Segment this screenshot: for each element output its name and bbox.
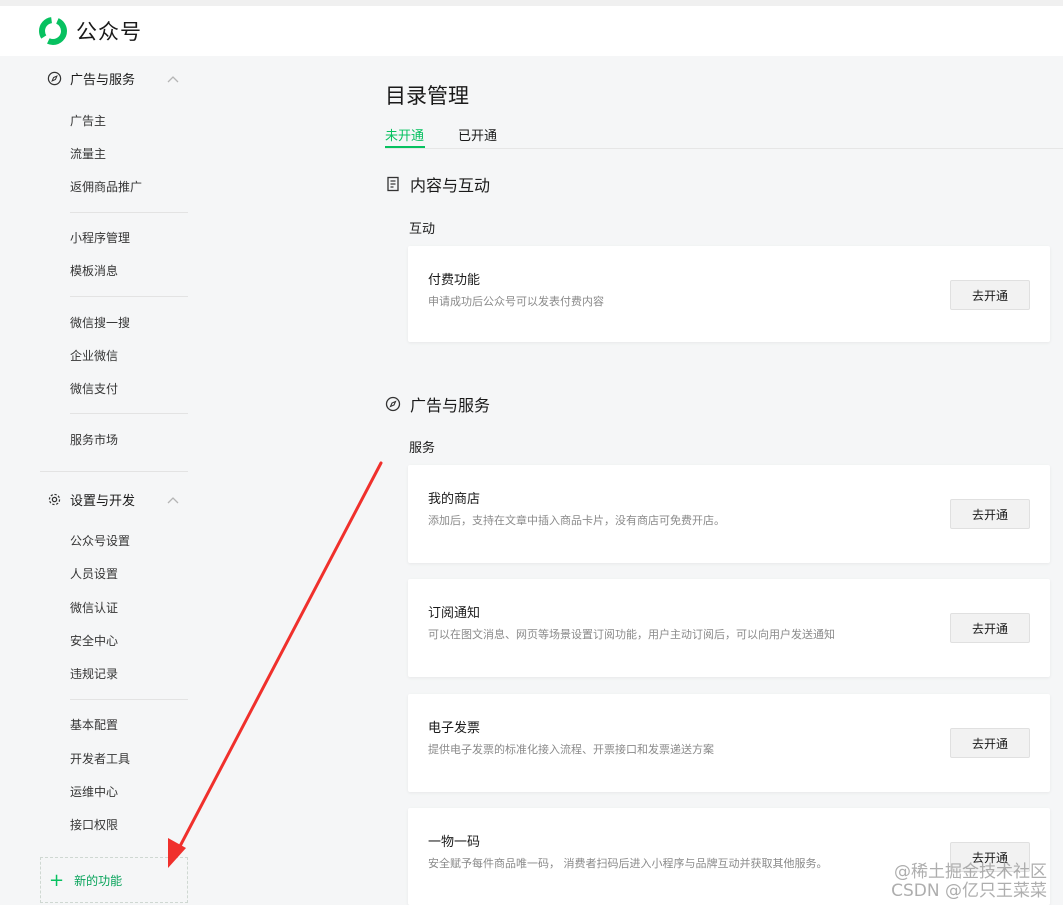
sidebar-group-settings-dev[interactable]: 设置与开发 (47, 490, 179, 509)
sidebar-group-label: 广告与服务 (70, 73, 136, 88)
sidebar-group-ad-services[interactable]: 广告与服务 (47, 69, 179, 88)
sidebar-item-traffic-owner[interactable]: 流量主 (70, 145, 106, 162)
sidebar-item-wechat-verification[interactable]: 微信认证 (70, 599, 118, 616)
sidebar-item-commission-promo[interactable]: 返佣商品推广 (70, 178, 142, 195)
plus-icon: + (49, 869, 65, 891)
new-feature-button[interactable]: + 新的功能 (40, 857, 188, 903)
sidebar-item-mini-program[interactable]: 小程序管理 (70, 229, 130, 246)
card-title: 一物一码 (428, 835, 481, 850)
sidebar-item-work-wechat[interactable]: 企业微信 (70, 347, 118, 364)
sidebar-item-member-settings[interactable]: 人员设置 (70, 565, 118, 582)
card-description: 可以在图文消息、网页等场景设置订阅功能，用户主动订阅后，可以向用户发送通知 (428, 628, 835, 641)
watermark-csdn: CSDN @亿只王菜菜 (891, 881, 1047, 901)
chevron-up-icon[interactable] (167, 496, 179, 504)
card-title: 订阅通知 (428, 606, 481, 621)
tab-not-enabled[interactable]: 未开通 (385, 125, 424, 144)
sidebar-item-wechat-search[interactable]: 微信搜一搜 (70, 314, 130, 331)
feature-card-my-store: 我的商店 添加后，支持在文章中插入商品卡片，没有商店可免费开店。 去开通 (408, 465, 1050, 563)
compass-icon (385, 396, 401, 412)
tabs-divider (385, 148, 1063, 149)
page-title: 目录管理 (385, 84, 469, 108)
sidebar-item-advertiser[interactable]: 广告主 (70, 112, 106, 129)
wechat-official-logo-icon (39, 17, 67, 45)
app-logo[interactable]: 公众号 (38, 16, 142, 46)
feature-card-subscription-notice: 订阅通知 可以在图文消息、网页等场景设置订阅功能，用户主动订阅后，可以向用户发送… (408, 579, 1050, 677)
sidebar-item-service-market[interactable]: 服务市场 (70, 431, 118, 448)
feature-card-e-invoice: 电子发票 提供电子发票的标准化接入流程、开票接口和发票递送方案 去开通 (408, 694, 1050, 792)
card-description: 提供电子发票的标准化接入流程、开票接口和发票递送方案 (428, 743, 714, 756)
card-title: 我的商店 (428, 492, 481, 507)
sidebar-item-api-permissions[interactable]: 接口权限 (70, 816, 118, 833)
tab-enabled[interactable]: 已开通 (458, 125, 497, 144)
sidebar-group-divider (40, 471, 188, 472)
enable-button[interactable]: 去开通 (950, 728, 1030, 758)
card-description: 添加后，支持在文章中插入商品卡片，没有商店可免费开店。 (428, 514, 725, 527)
main-content: 目录管理 未开通 已开通 内容与互动 互动 付费功能 申请成功后公众号可以发表付… (355, 56, 1063, 905)
gear-icon (48, 493, 61, 506)
sidebar-divider (70, 296, 188, 297)
card-title: 电子发票 (428, 721, 481, 736)
card-description: 申请成功后公众号可以发表付费内容 (428, 295, 604, 308)
feature-card-paid: 付费功能 申请成功后公众号可以发表付费内容 去开通 (408, 246, 1050, 342)
app-name: 公众号 (76, 20, 142, 44)
enable-button[interactable]: 去开通 (950, 499, 1030, 529)
card-title: 付费功能 (428, 273, 481, 288)
section-subtitle: 服务 (409, 441, 436, 456)
section-subtitle: 互动 (409, 222, 436, 237)
sidebar-item-developer-tools[interactable]: 开发者工具 (70, 750, 130, 767)
section-ad-services: 广告与服务 (385, 392, 490, 416)
sidebar-item-violation-records[interactable]: 违规记录 (70, 665, 118, 682)
chevron-up-icon[interactable] (167, 75, 179, 83)
sidebar-item-ops-center[interactable]: 运维中心 (70, 783, 118, 800)
sidebar-item-basic-config[interactable]: 基本配置 (70, 716, 118, 733)
enable-button[interactable]: 去开通 (950, 613, 1030, 643)
card-description: 安全赋予每件商品唯一码， 消费者扫码后进入小程序与品牌互动并获取其他服务。 (428, 857, 828, 870)
document-icon (387, 176, 399, 192)
sidebar-item-template-message[interactable]: 模板消息 (70, 262, 118, 279)
top-bar: 公众号 (0, 0, 1063, 56)
sidebar-item-security-center[interactable]: 安全中心 (70, 632, 118, 649)
sidebar-divider (70, 413, 188, 414)
new-feature-label: 新的功能 (74, 873, 123, 888)
sidebar-group-label: 设置与开发 (70, 494, 136, 509)
section-content-interaction: 内容与互动 (385, 172, 490, 196)
sidebar-divider (70, 699, 188, 700)
sidebar-item-account-settings[interactable]: 公众号设置 (70, 532, 130, 549)
section-title: 内容与互动 (410, 176, 491, 195)
compass-icon (47, 71, 62, 86)
enable-button[interactable]: 去开通 (950, 280, 1030, 310)
sidebar-divider (70, 212, 188, 213)
sidebar: 广告与服务 广告主 流量主 返佣商品推广 小程序管理 模板消息 微信搜一搜 企业… (0, 56, 355, 905)
section-title: 广告与服务 (410, 396, 491, 415)
sidebar-item-wechat-pay[interactable]: 微信支付 (70, 380, 118, 397)
